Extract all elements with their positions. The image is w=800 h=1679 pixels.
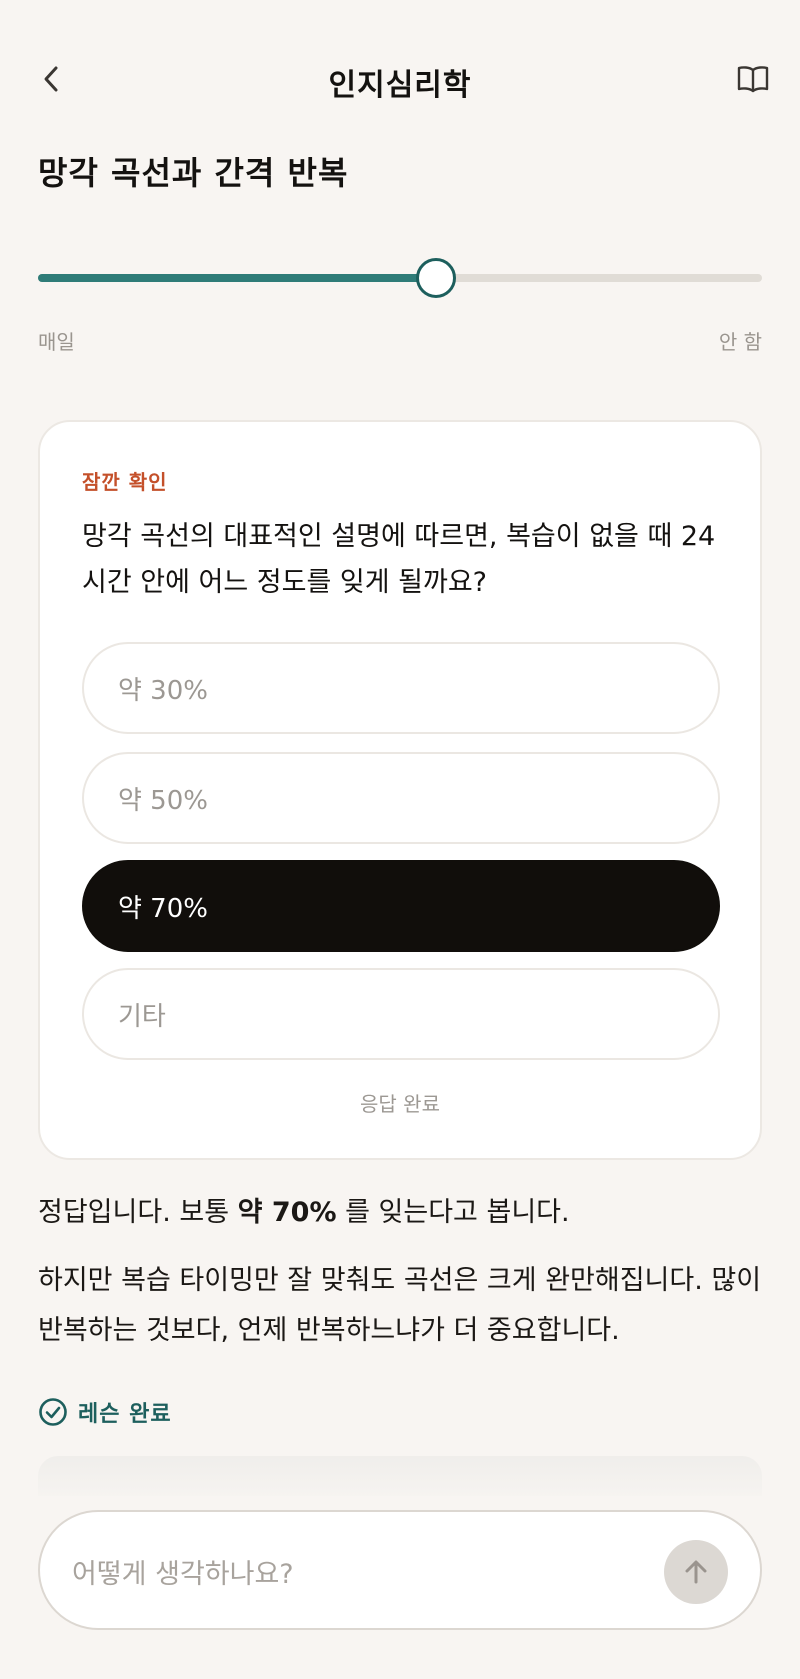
lesson-complete-label: 레슨 완료 (78, 1402, 172, 1427)
feedback-line: 정답입니다. 보통 약 70% 를 잊는다고 봅니다. (38, 1190, 570, 1229)
send-button[interactable] (664, 1540, 728, 1604)
frequency-slider[interactable] (38, 258, 762, 300)
slider-max-label: 안 함 (718, 330, 762, 354)
course-title: 인지심리학 (328, 68, 472, 103)
book-icon (737, 66, 769, 93)
arrow-up-icon (685, 1560, 707, 1584)
option-label: 약 50% (118, 785, 208, 816)
option-label: 약 70% (118, 893, 208, 924)
slider-fill (38, 274, 437, 282)
quiz-option-70[interactable]: 약 70% (82, 860, 720, 952)
slider-min-label: 매일 (38, 330, 75, 354)
reply-composer[interactable]: 어떻게 생각하나요? (38, 1510, 762, 1630)
lesson-complete: 레슨 완료 (38, 1396, 172, 1428)
feedback-prefix: 정답입니다. 보통 (38, 1197, 230, 1228)
quiz-option-30[interactable]: 약 30% (82, 642, 720, 734)
option-label: 기타 (118, 1001, 166, 1032)
quiz-card: 잠깐 확인 망각 곡선의 대표적인 설명에 따르면, 복습이 없을 때 24시간… (38, 420, 762, 1160)
quiz-question: 망각 곡선의 대표적인 설명에 따르면, 복습이 없을 때 24시간 안에 어느… (82, 521, 716, 598)
feedback-highlight: 약 70% (237, 1197, 337, 1228)
quiz-kicker: 잠깐 확인 (82, 470, 168, 494)
feedback-suffix: 를 잊는다고 봅니다. (345, 1197, 570, 1228)
quiz-status: 응답 완료 (360, 1092, 440, 1116)
top-bar: 인지심리학 (0, 0, 800, 160)
explanation-text: 하지만 복습 타이밍만 잘 맞춰도 곡선은 크게 완만해집니다. 많이 반복하는… (38, 1265, 762, 1346)
option-label: 약 30% (118, 675, 208, 706)
reply-input-placeholder[interactable]: 어떻게 생각하나요? (72, 1552, 294, 1591)
card-shadow-divider (38, 1456, 762, 1496)
book-button[interactable] (736, 62, 770, 96)
slider-thumb[interactable] (416, 258, 457, 298)
lesson-title: 망각 곡선과 간격 반복 (38, 154, 349, 192)
check-circle-icon (39, 1398, 67, 1426)
quiz-option-other[interactable]: 기타 (82, 968, 720, 1060)
quiz-option-50[interactable]: 약 50% (82, 752, 720, 844)
